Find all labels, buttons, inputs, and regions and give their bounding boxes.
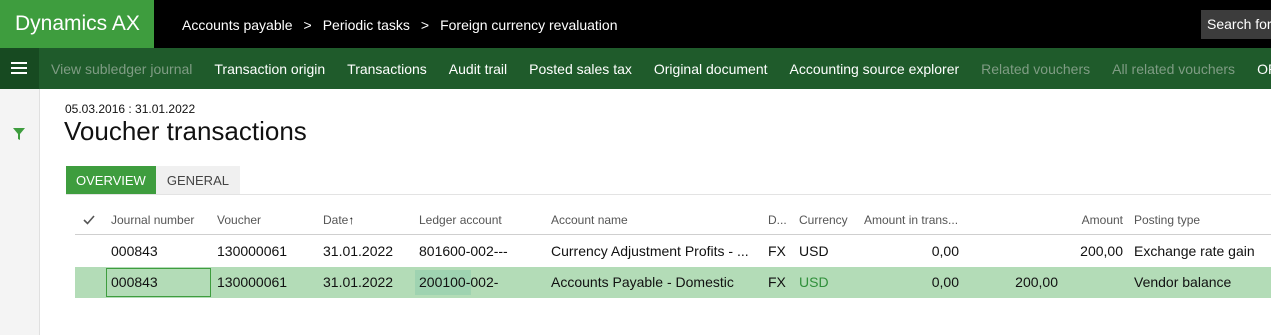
breadcrumb: Accounts payable > Periodic tasks > Fore… [182, 0, 617, 48]
cell-date[interactable]: 31.01.2022 [323, 274, 393, 290]
col-header-posting-type[interactable]: Posting type [1134, 213, 1200, 227]
tab-general[interactable]: GENERAL [155, 166, 240, 195]
action-original-document[interactable]: Original document [654, 48, 768, 89]
breadcrumb-separator: > [420, 17, 430, 33]
col-header-amount-in-transaction[interactable]: Amount in trans... [864, 213, 958, 227]
cell-date[interactable]: 31.01.2022 [323, 243, 393, 259]
col-header-date[interactable]: Date↑ [323, 213, 354, 227]
cell-currency[interactable]: USD [799, 274, 829, 290]
col-header-date-label: Date [323, 213, 349, 227]
col-header-ledger-account[interactable]: Ledger account [419, 213, 502, 227]
app-brand[interactable]: Dynamics AX [0, 0, 154, 48]
col-header-voucher[interactable]: Voucher [217, 213, 261, 227]
cell-amount[interactable]: 200,00 [1035, 243, 1123, 259]
search-box[interactable]: Search for [1201, 10, 1271, 39]
cell-ledger-account[interactable]: 801600-002--- [419, 243, 508, 259]
top-bar: Dynamics AX Accounts payable > Periodic … [0, 0, 1271, 48]
tab-overview[interactable]: OVERVIEW [66, 166, 156, 195]
cell-posting-type[interactable]: Vendor balance [1134, 274, 1231, 290]
action-view-subledger-journal[interactable]: View subledger journal [51, 48, 192, 89]
breadcrumb-item-periodic-tasks[interactable]: Periodic tasks [323, 0, 410, 48]
breadcrumb-separator: > [303, 17, 312, 33]
table-row-selected[interactable]: 000843 130000061 31.01.2022 200100-002- … [75, 267, 1271, 298]
filter-icon[interactable] [12, 127, 26, 141]
cell-ledger-account[interactable]: 200100-002- [419, 274, 498, 290]
action-bar: View subledger journal Transaction origi… [0, 48, 1271, 89]
action-accounting-source-explorer[interactable]: Accounting source explorer [790, 48, 960, 89]
action-options[interactable]: OPT [1257, 48, 1271, 89]
action-transactions[interactable]: Transactions [347, 48, 427, 89]
action-audit-trail[interactable]: Audit trail [449, 48, 507, 89]
tab-divider [66, 194, 1271, 195]
col-header-account-name[interactable]: Account name [551, 213, 628, 227]
cell-currency[interactable]: USD [799, 243, 829, 259]
cell-voucher[interactable]: 130000061 [217, 243, 287, 259]
sort-up-icon: ↑ [348, 213, 355, 227]
cell-amount-in-transaction[interactable]: 0,00 [859, 274, 959, 290]
action-all-related-vouchers[interactable]: All related vouchers [1112, 48, 1235, 89]
action-items: View subledger journal Transaction origi… [51, 48, 1271, 89]
cell-voucher[interactable]: 130000061 [217, 274, 287, 290]
cell-extra-amount[interactable]: 200,00 [975, 274, 1058, 290]
left-rail [0, 89, 40, 335]
action-related-vouchers[interactable]: Related vouchers [981, 48, 1090, 89]
breadcrumb-item-accounts-payable[interactable]: Accounts payable [182, 0, 293, 48]
cell-posting-type[interactable]: Exchange rate gain [1134, 243, 1255, 259]
breadcrumb-item-foreign-currency-revaluation[interactable]: Foreign currency revaluation [440, 0, 617, 48]
cell-account-name[interactable]: Currency Adjustment Profits - ... [551, 243, 749, 259]
hamburger-icon[interactable] [0, 48, 39, 89]
col-header-journal-number[interactable]: Journal number [111, 213, 194, 227]
action-transaction-origin[interactable]: Transaction origin [214, 48, 325, 89]
col-header-currency[interactable]: Currency [799, 213, 848, 227]
cell-d[interactable]: FX [768, 243, 786, 259]
col-header-d[interactable]: D... [768, 213, 787, 227]
date-range: 05.03.2016 : 31.01.2022 [65, 102, 196, 116]
checkmark-icon[interactable] [83, 215, 95, 225]
cell-journal-number[interactable]: 000843 [111, 274, 158, 290]
action-posted-sales-tax[interactable]: Posted sales tax [529, 48, 632, 89]
grid-header: Journal number Voucher Date↑ Ledger acco… [75, 205, 1271, 235]
cell-account-name[interactable]: Accounts Payable - Domestic [551, 274, 734, 290]
page-title: Voucher transactions [64, 116, 307, 146]
col-header-amount[interactable]: Amount [1035, 213, 1123, 227]
tab-strip: OVERVIEW GENERAL [66, 166, 240, 195]
table-row[interactable]: 000843 130000061 31.01.2022 801600-002--… [75, 236, 1271, 267]
cell-journal-number[interactable]: 000843 [111, 243, 158, 259]
cell-d[interactable]: FX [768, 274, 786, 290]
cell-amount-in-transaction[interactable]: 0,00 [859, 243, 959, 259]
